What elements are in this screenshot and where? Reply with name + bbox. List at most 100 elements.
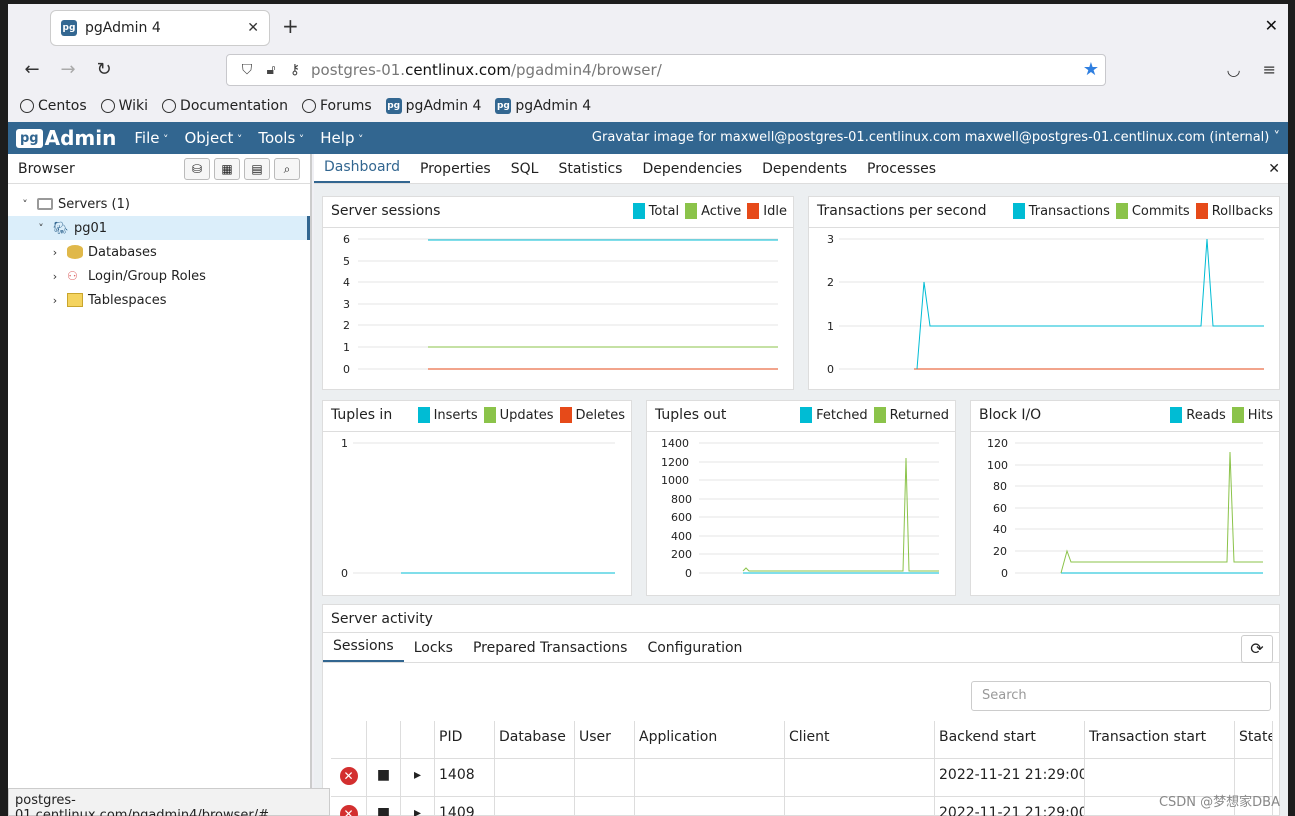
bookmark-centos[interactable]: Centos <box>20 98 87 114</box>
search-input[interactable]: Search <box>971 681 1271 711</box>
key-icon[interactable]: ⚷ <box>283 62 307 78</box>
insecure-lock-icon[interactable]: 🔓︎ <box>259 62 283 78</box>
tab-statistics[interactable]: Statistics <box>548 161 632 183</box>
menu-tools[interactable]: Tools <box>258 129 304 147</box>
globe-icon <box>162 99 177 113</box>
bookmark-pgadmin-1[interactable]: pg pgAdmin 4 <box>385 98 481 114</box>
chevron-down-icon[interactable]: ˅ <box>34 222 48 235</box>
pocket-icon[interactable]: ◡ <box>1227 60 1241 79</box>
bookmark-pgadmin-2[interactable]: pg pgAdmin 4 <box>495 98 591 114</box>
chevron-down-icon[interactable]: ˅ <box>18 198 32 211</box>
tree-node-pg01[interactable]: ˅ 🐘︎ pg01 <box>8 216 310 240</box>
chevron-right-icon[interactable]: › <box>48 294 62 307</box>
terminate-session-icon[interactable]: ✕ <box>339 767 358 785</box>
svg-text:200: 200 <box>671 548 692 561</box>
tree-node-tablespaces[interactable]: › Tablespaces <box>8 288 310 312</box>
column-header[interactable]: Database <box>495 721 575 758</box>
svg-text:80: 80 <box>993 480 1007 493</box>
globe-icon <box>20 99 34 113</box>
legend-swatch <box>1170 407 1183 423</box>
legend-swatch <box>1012 203 1025 219</box>
shield-icon[interactable]: ⛉ <box>235 62 259 78</box>
tab-prepared-transactions[interactable]: Prepared Transactions <box>463 640 638 662</box>
menu-help[interactable]: Help <box>320 129 363 147</box>
column-header[interactable]: Backend start <box>935 721 1085 758</box>
legend-hits: Hits <box>1247 407 1273 423</box>
svg-text:600: 600 <box>671 511 692 524</box>
column-header[interactable]: User <box>575 721 635 758</box>
tab-dependencies[interactable]: Dependencies <box>632 161 752 183</box>
user-menu[interactable]: Gravatar image for maxwell@postgres-01.c… <box>592 130 1280 145</box>
svg-text:0: 0 <box>343 363 350 376</box>
globe-icon <box>301 99 316 113</box>
globe-icon <box>100 99 115 113</box>
chart-title: Tuples in <box>331 407 393 423</box>
refresh-icon[interactable]: ⟳ <box>1241 635 1273 663</box>
legend-swatch <box>1231 407 1244 423</box>
chart-server-sessions: Server sessions Total Active Idle 6 5 4 … <box>322 196 794 390</box>
tab-close-icon[interactable]: ✕ <box>247 20 259 36</box>
address-bar[interactable]: ⛉ 🔓︎ ⚷ postgres-01.centlinux.com/pgadmin… <box>226 54 1106 86</box>
chevron-right-icon[interactable]: › <box>48 270 62 283</box>
chevron-right-icon[interactable]: › <box>48 246 62 259</box>
legend-updates: Updates <box>499 407 554 423</box>
window-close-icon[interactable]: ✕ <box>1265 16 1278 35</box>
terminate-session-icon[interactable]: ✕ <box>339 805 358 816</box>
svg-text:3: 3 <box>827 233 834 246</box>
bookmark-wiki[interactable]: Wiki <box>100 98 148 114</box>
view-data-icon[interactable]: ▦ <box>214 157 240 180</box>
menu-object[interactable]: Object <box>184 129 242 147</box>
tab-properties[interactable]: Properties <box>410 161 501 183</box>
expand-row-icon[interactable]: ▸ <box>401 797 435 816</box>
cancel-query-icon[interactable]: ■ <box>367 797 401 816</box>
sessions-table: PID Database User Application Client Bac… <box>331 721 1273 816</box>
table-row[interactable]: ✕ ■ ▸ 1408 2022-11-21 21:29:00... <box>331 759 1273 797</box>
column-header[interactable]: Client <box>785 721 935 758</box>
query-tool-icon[interactable]: ⛁ <box>184 157 210 180</box>
menu-file[interactable]: File <box>134 129 168 147</box>
tab-sql[interactable]: SQL <box>501 161 549 183</box>
menu-icon[interactable]: ≡ <box>1263 60 1276 79</box>
tab-dashboard[interactable]: Dashboard <box>314 159 410 183</box>
browser-window: pg pgAdmin 4 ✕ + ✕ ← → ↻ ⛉ 🔓︎ ⚷ postgres… <box>8 4 1288 816</box>
legend-fetched: Fetched <box>816 407 868 423</box>
bookmark-documentation[interactable]: Documentation <box>162 98 288 114</box>
tree-node-login-roles[interactable]: › ⚇ Login/Group Roles <box>8 264 310 288</box>
legend-swatch <box>632 203 645 219</box>
cancel-query-icon[interactable]: ■ <box>367 759 401 796</box>
databases-icon <box>67 245 83 259</box>
bookmark-star-icon[interactable]: ★ <box>1083 59 1099 80</box>
reload-icon[interactable]: ↻ <box>86 59 122 80</box>
back-arrow-icon[interactable]: ← <box>14 59 50 80</box>
close-panel-icon[interactable]: ✕ <box>1268 161 1280 177</box>
column-header[interactable]: PID <box>435 721 495 758</box>
legend-swatch <box>747 203 760 219</box>
tuples-in-plot: 1 0 <box>341 437 615 580</box>
tab-strip: pg pgAdmin 4 ✕ + ✕ <box>8 4 1288 48</box>
column-header[interactable]: Transaction start <box>1085 721 1235 758</box>
pgadmin-icon: pg <box>495 98 512 114</box>
table-row[interactable]: ✕ ■ ▸ 1409 2022-11-21 21:29:00... <box>331 797 1273 816</box>
servers-icon <box>37 198 53 210</box>
pid-cell: 1408 <box>435 759 495 796</box>
svg-text:1400: 1400 <box>661 437 689 450</box>
tree-node-servers[interactable]: ˅ Servers (1) <box>8 192 310 216</box>
browser-tab[interactable]: pg pgAdmin 4 ✕ <box>50 10 270 46</box>
search-objects-icon[interactable]: ⌕ <box>274 157 300 180</box>
filtered-rows-icon[interactable]: ▤ <box>244 157 270 180</box>
tree-node-databases[interactable]: › Databases <box>8 240 310 264</box>
column-header[interactable]: State <box>1235 721 1273 758</box>
legend-idle: Idle <box>763 203 787 219</box>
tab-configuration[interactable]: Configuration <box>637 640 752 662</box>
sessions-plot: 6 5 4 3 2 1 0 <box>343 233 778 376</box>
forward-arrow-icon[interactable]: → <box>50 59 86 80</box>
tab-sessions[interactable]: Sessions <box>323 638 404 662</box>
new-tab-icon[interactable]: + <box>282 14 299 38</box>
chart-title: Block I/O <box>979 407 1042 423</box>
tab-processes[interactable]: Processes <box>857 161 946 183</box>
expand-row-icon[interactable]: ▸ <box>401 759 435 796</box>
bookmark-forums[interactable]: Forums <box>301 98 372 114</box>
column-header[interactable]: Application <box>635 721 785 758</box>
tab-locks[interactable]: Locks <box>404 640 463 662</box>
tab-dependents[interactable]: Dependents <box>752 161 857 183</box>
